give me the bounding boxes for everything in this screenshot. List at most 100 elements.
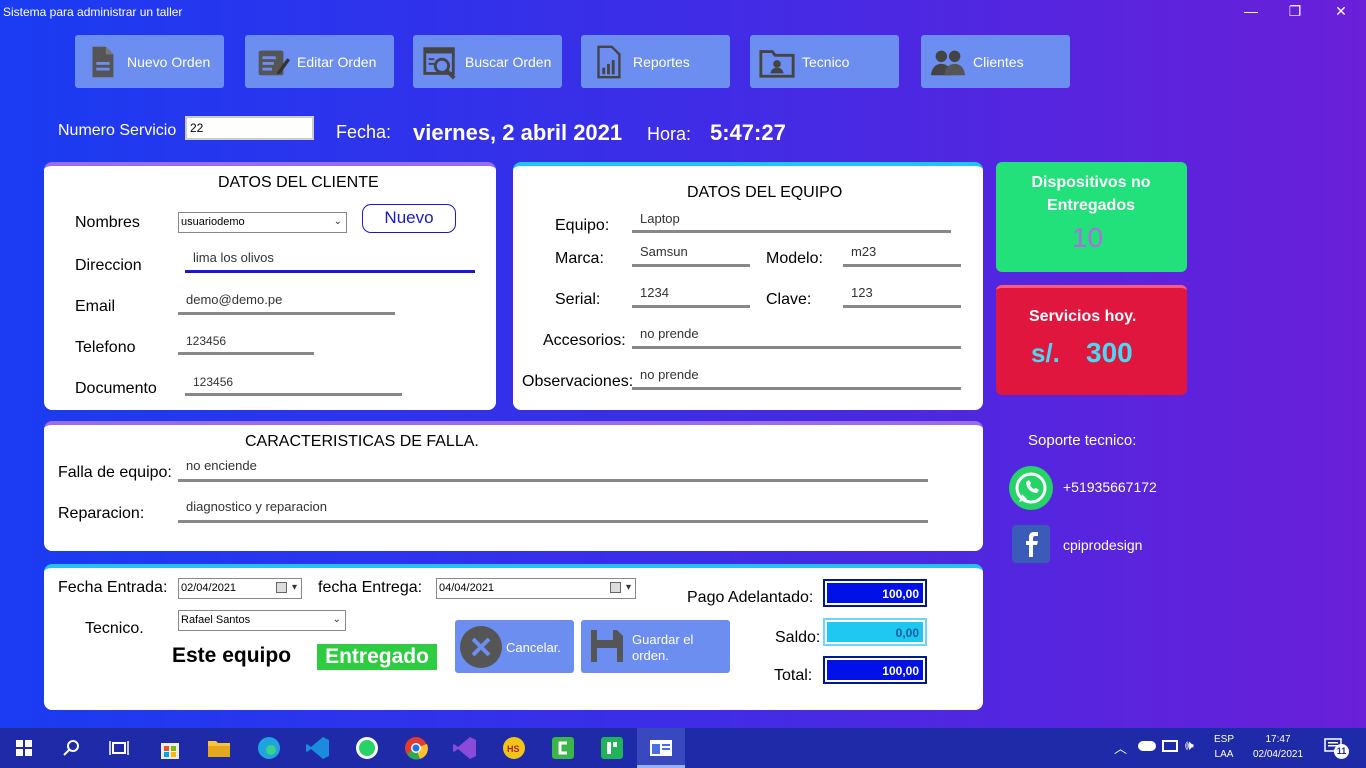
nuevo-orden-button[interactable]: Nuevo Orden [75,35,224,88]
notification-icon[interactable]: 11 [1324,738,1349,759]
fecha-entrada-picker[interactable]: 02/04/2021 ▾ [178,578,302,599]
windows-start-icon[interactable] [11,735,37,761]
equipo-input[interactable]: Laptop [640,211,680,226]
observaciones-label: Observaciones: [522,373,634,390]
chevron-down-icon: ⌄ [333,216,342,227]
minimize-button[interactable]: — [1228,0,1274,22]
numero-servicio-input[interactable]: 22 [185,116,314,140]
falla-input[interactable]: no enciende [186,458,257,473]
nombres-value: usuariodemo [181,216,245,228]
volume-icon[interactable]: 🕪 [1185,737,1194,754]
clave-input[interactable]: 123 [851,285,873,300]
onedrive-icon[interactable] [1138,741,1156,751]
editar-orden-label: Editar Orden [297,53,377,70]
falla-underline [178,479,928,482]
clave-label: Clave: [766,291,812,308]
nombres-select[interactable]: usuariodemo ⌄ [178,212,347,233]
dispositivos-title: Dispositivos no Entregados [1031,174,1151,214]
document-icon [81,41,123,83]
falla-label: Falla de equipo: [58,464,172,481]
observaciones-underline [632,387,961,390]
cancelar-button[interactable]: Cancelar. [455,620,574,673]
title-bar: Sistema para administrar un taller — ❐ ✕ [0,0,1366,24]
estado-prefix: Este equipo [172,644,292,667]
chevron-down-icon: ⌄ [332,614,341,625]
cancel-icon [460,626,502,668]
email-underline [178,312,395,315]
marca-underline [632,264,750,267]
email-input[interactable]: demo@demo.pe [186,292,282,307]
svg-text:HS: HS [507,744,520,754]
vscode-icon[interactable] [305,735,331,761]
facebook-icon[interactable] [1012,525,1050,563]
window-title: Sistema para administrar un taller [3,5,183,19]
clock[interactable]: 17:47 02/04/2021 [1244,734,1312,760]
modelo-underline [843,264,961,267]
whatsapp-taskbar-icon[interactable] [354,735,380,761]
telefono-input[interactable]: 123456 [186,334,226,348]
fecha-entrega-label: fecha Entrega: [318,579,423,596]
datos-cliente-panel: DATOS DEL CLIENTE Nombres usuariodemo ⌄ … [44,162,496,410]
reparacion-input[interactable]: diagnostico y reparacion [186,499,327,514]
saldo-value: 0,00 [827,622,923,642]
direccion-label: Direccion [75,257,142,274]
total-field[interactable]: 100,00 [823,656,927,684]
network-icon[interactable] [1162,740,1178,752]
fecha-entrega-picker[interactable]: 04/04/2021 ▾ [436,578,636,599]
pago-adelantado-label: Pago Adelantado: [687,589,814,606]
guardar-button[interactable]: Guardar el orden. [581,620,730,673]
direccion-input[interactable]: lima los olivos [193,250,274,265]
saldo-field[interactable]: 0,00 [823,618,927,646]
tray-chevron-up-icon[interactable]: ︿ [1114,738,1127,757]
serial-input[interactable]: 1234 [640,285,669,300]
documento-input[interactable]: 123456 [193,375,233,389]
serial-label: Serial: [555,291,601,308]
notification-count: 11 [1334,744,1349,759]
close-button[interactable]: ✕ [1318,0,1364,22]
fecha-value: viernes, 2 abril 2021 [413,120,623,145]
edge-icon[interactable] [256,735,282,761]
reportes-label: Reportes [633,53,690,70]
documento-underline [185,393,402,396]
visual-studio-icon[interactable] [452,735,478,761]
active-app-highlight[interactable] [637,728,685,768]
datos-cliente-title: DATOS DEL CLIENTE [218,174,379,191]
clientes-label: Clientes [973,53,1024,70]
direccion-underline [185,270,475,273]
task-view-icon[interactable] [106,735,132,761]
telefono-underline [178,352,314,355]
clientes-button[interactable]: Clientes [921,35,1070,88]
pago-adelantado-field[interactable]: 100,00 [823,579,927,607]
dispositivos-card: Dispositivos no Entregados 10 [996,162,1187,272]
camtasia-icon[interactable] [550,735,576,761]
marca-label: Marca: [555,250,604,267]
equipo-label: Equipo: [555,217,610,234]
editar-orden-button[interactable]: Editar Orden [245,35,394,88]
green-app-icon[interactable] [599,735,625,761]
restore-button[interactable]: ❐ [1272,0,1318,22]
taskbar: HS ︿ 🕪 ESP LAA 17:47 02/04/2021 11 [0,728,1366,768]
tecnico-select[interactable]: Rafael Santos ⌄ [178,610,346,631]
saldo-label: Saldo: [775,629,821,646]
tecnico-button[interactable]: Tecnico [750,35,899,88]
buscar-orden-button[interactable]: Buscar Orden [413,35,562,88]
nuevo-cliente-button[interactable]: Nuevo [362,204,456,233]
hs-app-icon[interactable]: HS [501,735,527,761]
observaciones-input[interactable]: no prende [640,367,699,382]
search-icon[interactable] [59,735,85,761]
chrome-icon[interactable] [403,735,429,761]
whatsapp-icon[interactable] [1009,466,1053,510]
store-icon[interactable] [157,735,183,761]
reportes-button[interactable]: Reportes [581,35,730,88]
telefono-label: Telefono [75,339,136,356]
lang-bottom: LAA [1214,749,1234,760]
modelo-input[interactable]: m23 [851,244,876,259]
clock-time: 17:47 [1265,734,1291,745]
numero-servicio-value: 22 [190,121,204,135]
language-indicator[interactable]: ESP LAA [1208,734,1240,760]
clock-date: 02/04/2021 [1252,749,1304,760]
accesorios-input[interactable]: no prende [640,326,699,341]
marca-input[interactable]: Samsun [640,244,688,259]
file-explorer-icon[interactable] [206,735,232,761]
guardar-label: Guardar el orden. [632,632,694,663]
